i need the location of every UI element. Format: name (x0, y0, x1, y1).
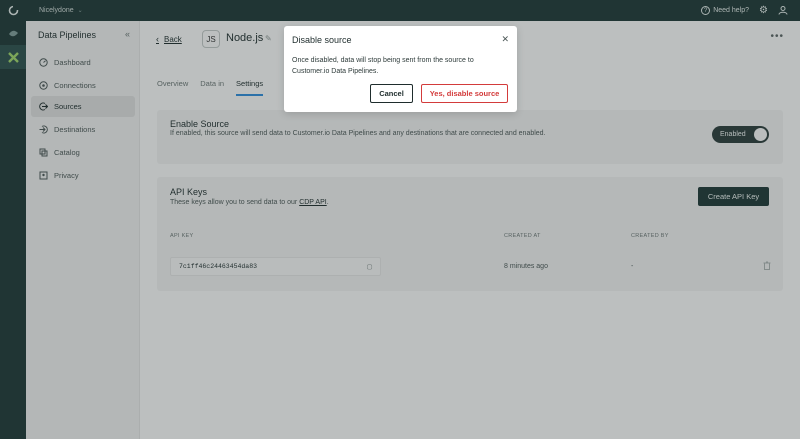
modal-body: Once disabled, data will stop being sent… (292, 57, 474, 75)
cancel-button[interactable]: Cancel (370, 84, 413, 103)
disable-source-modal: Disable source ✕ Once disabled, data wil… (284, 26, 517, 112)
confirm-disable-button[interactable]: Yes, disable source (421, 84, 508, 103)
modal-title: Disable source (292, 35, 352, 45)
close-icon[interactable]: ✕ (501, 34, 509, 45)
